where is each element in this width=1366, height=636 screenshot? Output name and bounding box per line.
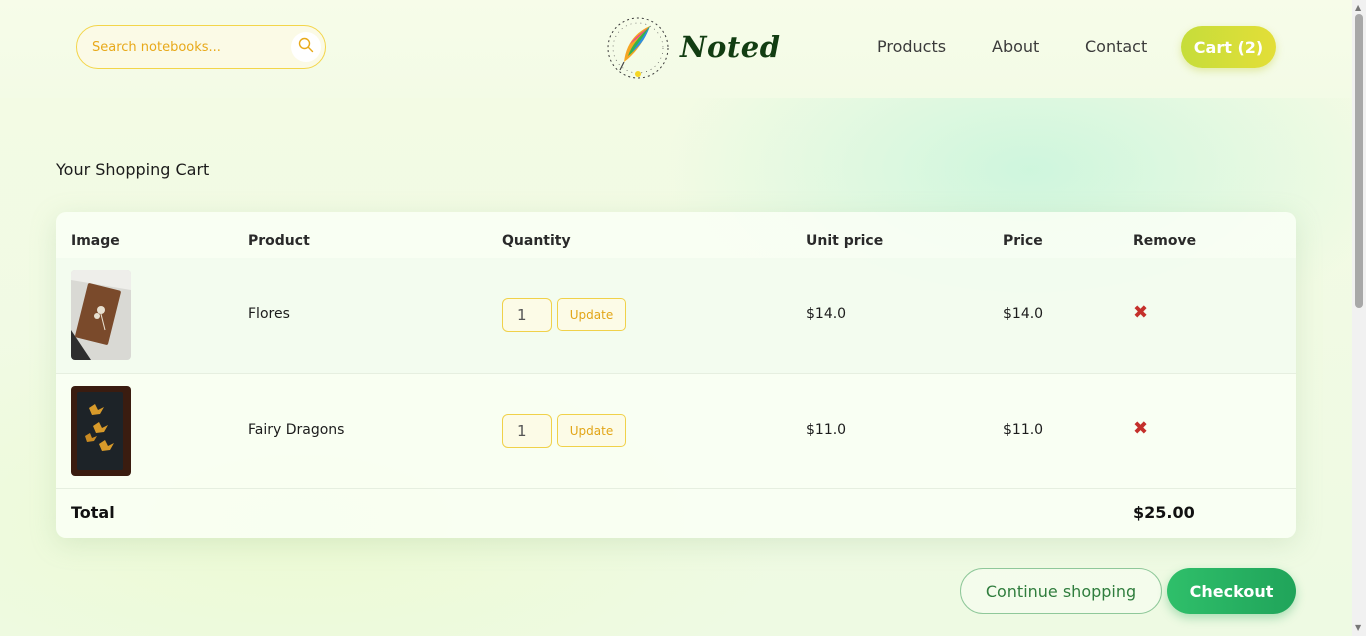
header-product: Product [248,233,310,249]
header-price: Price [1003,233,1043,249]
site-header: Noted Products About Contact Cart (2) [0,0,1352,98]
search-box [76,25,326,69]
total-label: Total [71,503,115,522]
update-button[interactable]: Update [557,298,626,331]
nav-products[interactable]: Products [877,37,946,56]
search-icon [298,37,314,57]
checkout-button[interactable]: Checkout [1167,568,1296,614]
page-scrollbar[interactable]: ▲ ▼ [1352,0,1366,636]
line-price: $14.0 [1003,306,1044,322]
unit-price: $11.0 [806,422,847,438]
scrollbar-thumb[interactable] [1355,14,1363,308]
product-image-fairy-dragons[interactable] [71,386,131,476]
total-row: Total $25.00 [56,488,1296,538]
search-input[interactable] [77,27,277,67]
page-title: Your Shopping Cart [56,160,210,179]
cart-table: Image Product Quantity Unit price Price … [56,212,1296,538]
nav-about[interactable]: About [992,37,1039,56]
cart-button[interactable]: Cart (2) [1181,26,1276,68]
scroll-up-arrow-icon[interactable]: ▲ [1355,4,1363,12]
quantity-input[interactable] [502,414,552,448]
unit-price: $14.0 [806,306,847,322]
total-value: $25.00 [1133,503,1195,522]
header-quantity: Quantity [502,233,571,249]
header-unit-price: Unit price [806,233,884,249]
remove-icon[interactable]: ✖ [1133,304,1148,322]
logo-wordmark: Noted [680,30,781,64]
product-image-flores[interactable] [71,270,131,360]
line-price: $11.0 [1003,422,1044,438]
quantity-input[interactable] [502,298,552,332]
site-logo[interactable]: Noted [602,12,780,84]
table-row: Fairy Dragons Update $11.0 $11.0 ✖ [56,373,1296,488]
header-image: Image [71,233,120,249]
product-name[interactable]: Fairy Dragons [248,422,344,438]
update-button[interactable]: Update [557,414,626,447]
header-remove: Remove [1133,233,1197,249]
product-name[interactable]: Flores [248,306,290,322]
scroll-down-arrow-icon[interactable]: ▼ [1355,624,1363,632]
nav-contact[interactable]: Contact [1085,37,1147,56]
continue-shopping-button[interactable]: Continue shopping [960,568,1162,614]
search-button[interactable] [291,32,321,62]
remove-icon[interactable]: ✖ [1133,420,1148,438]
table-row: Flores Update $14.0 $14.0 ✖ [56,258,1296,373]
logo-emblem [607,17,669,79]
